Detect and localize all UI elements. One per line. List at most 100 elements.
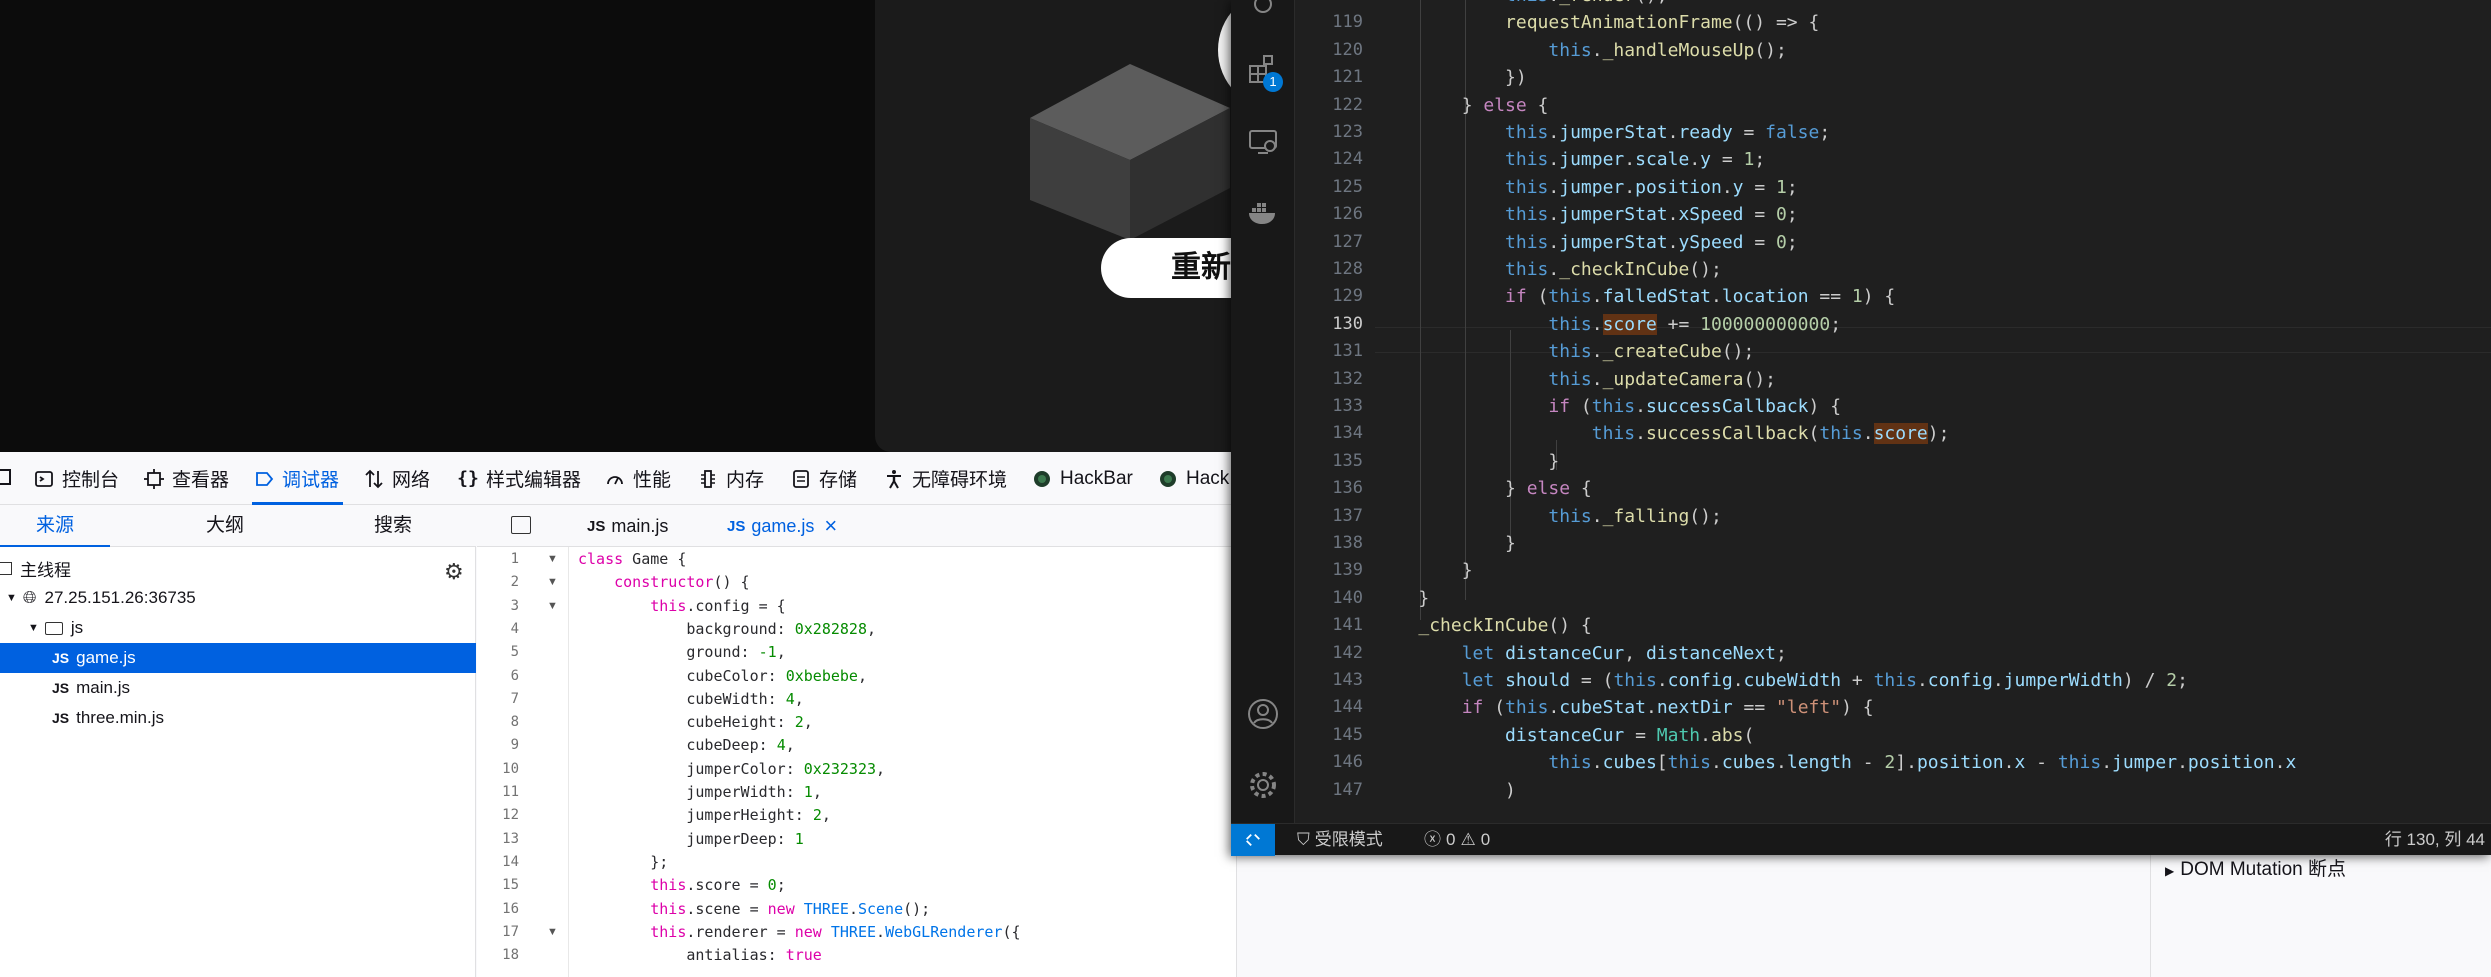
line-number[interactable]: 134 [1293, 423, 1363, 443]
line-number[interactable]: 141 [1293, 615, 1363, 635]
docker-icon[interactable] [1244, 194, 1282, 232]
remote-indicator-icon[interactable] [1231, 824, 1275, 856]
close-icon[interactable]: × [824, 513, 837, 539]
line-number[interactable]: 7 [477, 691, 519, 707]
line-number[interactable]: 4 [477, 621, 519, 637]
tree-item-file[interactable]: JS three.min.js [0, 703, 476, 733]
line-number[interactable]: 139 [1293, 560, 1363, 580]
line-number[interactable]: 2 [477, 574, 519, 590]
tree-item-file[interactable]: JS main.js [0, 673, 476, 703]
line-gutter: 118 119 120 121 122 123 124 125 126 127 128 129 130 1… [1295, 0, 1375, 823]
line-number[interactable]: 122 [1293, 95, 1363, 115]
line-number[interactable]: 131 [1293, 341, 1363, 361]
dom-mutation-breakpoints[interactable]: ▶ DOM Mutation 断点 [2150, 845, 2491, 977]
line-number[interactable]: 133 [1293, 396, 1363, 416]
tab-hackbar[interactable]: HackBar [1030, 452, 1133, 505]
line-number[interactable]: 127 [1293, 232, 1363, 252]
tab-memory[interactable]: 内存 [696, 452, 764, 505]
line-number[interactable]: 147 [1293, 780, 1363, 800]
line-number[interactable]: 138 [1293, 533, 1363, 553]
line-number[interactable]: 129 [1293, 286, 1363, 306]
tab-style-editor[interactable]: {} 样式编辑器 [456, 452, 581, 505]
toggle-sidebar-icon[interactable] [511, 516, 531, 534]
line-number[interactable]: 145 [1293, 725, 1363, 745]
tab-outline[interactable]: 大纲 [170, 505, 280, 547]
tree-item-main-thread[interactable]: 主线程 [0, 553, 476, 583]
line-number[interactable]: 146 [1293, 752, 1363, 772]
code-line: } else { [1375, 94, 1549, 116]
line-number[interactable]: 142 [1293, 643, 1363, 663]
line-number[interactable]: 119 [1293, 12, 1363, 32]
tab-console[interactable]: 控制台 [32, 452, 119, 505]
tab-network[interactable]: 网络 [362, 452, 430, 505]
line-number[interactable]: 14 [477, 854, 519, 870]
line-number[interactable]: 5 [477, 644, 519, 660]
gear-icon[interactable] [1244, 766, 1282, 804]
fold-toggle-icon[interactable]: ▼ [547, 600, 558, 612]
problems-item[interactable]: ⓧ 0 ⚠ 0 [1424, 824, 1490, 856]
account-icon[interactable] [1244, 695, 1282, 733]
code-line: jumperDeep: 1 [578, 829, 804, 848]
code-line: distanceCur = Math.abs( [1505, 724, 1755, 746]
line-number[interactable]: 118 [1293, 0, 1363, 5]
line-number[interactable]: 140 [1293, 588, 1363, 608]
line-number[interactable]: 16 [477, 901, 519, 917]
tree-item-folder-js[interactable]: ▼ js [0, 613, 476, 643]
line-number[interactable]: 132 [1293, 369, 1363, 389]
hackbar-icon [1030, 467, 1054, 491]
line-number[interactable]: 121 [1293, 67, 1363, 87]
line-number[interactable]: 9 [477, 737, 519, 753]
code-line: } [1375, 533, 1516, 554]
tree-item-file[interactable]: JS game.js [0, 643, 476, 673]
line-number[interactable]: 136 [1293, 478, 1363, 498]
code-editor[interactable]: this._render(); requestAnimationFrame(()… [1375, 0, 2491, 823]
debug-icon[interactable] [1244, 0, 1282, 22]
error-icon: ⓧ [1424, 830, 1441, 849]
tab-inspector[interactable]: 查看器 [142, 452, 229, 505]
line-number[interactable]: 15 [477, 877, 519, 893]
tab-accessibility[interactable]: 无障碍环境 [882, 452, 1007, 505]
tab-debugger[interactable]: 调试器 [252, 452, 344, 505]
line-number[interactable]: 11 [477, 784, 519, 800]
line-number[interactable]: 12 [477, 807, 519, 823]
tree-item-host[interactable]: ▼ 🌐︎ 27.25.151.26:36735 [0, 583, 476, 613]
tab-performance[interactable]: 性能 [603, 452, 671, 505]
line-number[interactable]: 144 [1293, 697, 1363, 717]
cursor-position[interactable]: 行 130, 列 44 [2385, 824, 2485, 856]
line-number[interactable]: 124 [1293, 149, 1363, 169]
line-number[interactable]: 128 [1293, 259, 1363, 279]
tab-sources[interactable]: 来源 [0, 505, 110, 547]
tab-storage[interactable]: 存储 [789, 452, 857, 505]
line-number[interactable]: 137 [1293, 506, 1363, 526]
line-number[interactable]: 130 [1293, 314, 1363, 334]
line-number[interactable]: 120 [1293, 40, 1363, 60]
line-number[interactable]: 126 [1293, 204, 1363, 224]
code-editor[interactable]: 1 ▼ 2 ▼ 3 ▼ 4 5 6 7 8 9 10 11 12 13 14 15 16 17 ▼ 18 class Ga… [477, 547, 1237, 977]
tab-hackbar-2[interactable]: Hack [1156, 452, 1229, 505]
fold-toggle-icon[interactable]: ▼ [547, 553, 558, 565]
chevron-down-icon: ▼ [28, 622, 39, 634]
line-number[interactable]: 10 [477, 761, 519, 777]
code-line: cubeWidth: 4, [578, 689, 804, 708]
restricted-mode-item[interactable]: ⛉ 受限模式 [1297, 824, 1383, 856]
line-number[interactable]: 125 [1293, 177, 1363, 197]
line-number[interactable]: 143 [1293, 670, 1363, 690]
remote-explorer-icon[interactable] [1244, 122, 1282, 160]
tab-search[interactable]: 搜索 [338, 505, 448, 547]
line-number[interactable]: 13 [477, 831, 519, 847]
pick-element-icon[interactable] [0, 466, 16, 490]
network-icon [362, 467, 386, 491]
fold-toggle-icon[interactable]: ▼ [547, 926, 558, 938]
line-number[interactable]: 17 [477, 924, 519, 940]
line-number[interactable]: 8 [477, 714, 519, 730]
line-number[interactable]: 18 [477, 947, 519, 963]
editor-tab-game-js[interactable]: JS game.js × [727, 505, 837, 547]
line-number[interactable]: 3 [477, 598, 519, 614]
fold-toggle-icon[interactable]: ▼ [547, 576, 558, 588]
line-number[interactable]: 123 [1293, 122, 1363, 142]
line-number[interactable]: 135 [1293, 451, 1363, 471]
line-number[interactable]: 1 [477, 551, 519, 567]
code-line: class Game { [578, 550, 687, 568]
editor-tab-main-js[interactable]: JS main.js [587, 505, 668, 547]
line-number[interactable]: 6 [477, 668, 519, 684]
